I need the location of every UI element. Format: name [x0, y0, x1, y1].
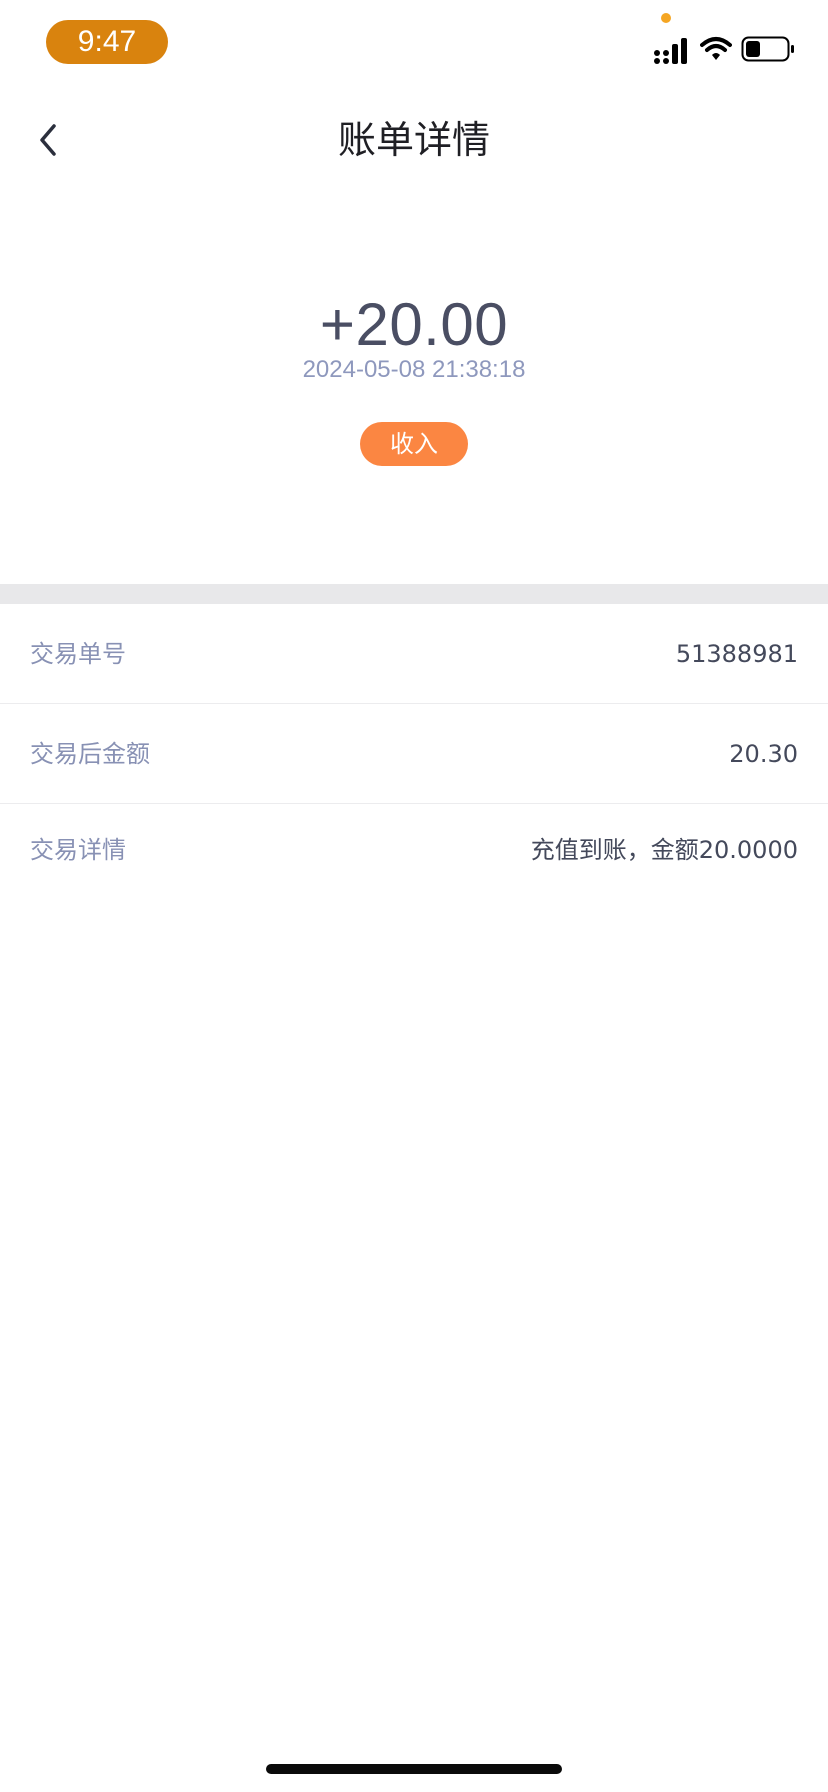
detail-value: 20.30 — [729, 740, 798, 768]
cellular-signal-icon — [654, 38, 687, 64]
detail-row-order-number: 交易单号 51388981 — [0, 604, 828, 704]
wifi-icon — [700, 37, 732, 60]
status-time[interactable]: 9:47 — [46, 20, 168, 64]
detail-value: 充值到账，金额20.0000 — [530, 836, 798, 864]
detail-label: 交易后金额 — [30, 740, 150, 768]
transaction-type-badge: 收入 — [360, 422, 468, 466]
detail-row-description: 交易详情 充值到账，金额20.0000 — [0, 804, 828, 904]
navigation-bar: 账单详情 — [0, 88, 828, 192]
detail-label: 交易单号 — [30, 640, 126, 668]
detail-value: 51388981 — [675, 640, 798, 668]
status-bar: 9:47 — [0, 0, 828, 88]
transaction-summary: +20.00 2024-05-08 21:38:18 收入 — [0, 192, 828, 584]
transaction-timestamp: 2024-05-08 21:38:18 — [302, 356, 526, 383]
page-title: 账单详情 — [337, 118, 490, 162]
privacy-indicator-dot — [661, 13, 671, 23]
bill-detail-screen: 9:47 账单详情 +20.00 2024-05-08 21:38:18 收入 … — [0, 0, 828, 1792]
detail-label: 交易详情 — [30, 836, 126, 864]
transaction-details-list: 交易单号 51388981 交易后金额 20.30 交易详情 充值到账，金额20… — [0, 604, 828, 904]
battery-icon — [741, 36, 794, 62]
section-divider — [0, 584, 828, 604]
detail-row-balance-after: 交易后金额 20.30 — [0, 704, 828, 804]
home-indicator[interactable] — [266, 1764, 562, 1774]
transaction-amount: +20.00 — [319, 291, 509, 358]
